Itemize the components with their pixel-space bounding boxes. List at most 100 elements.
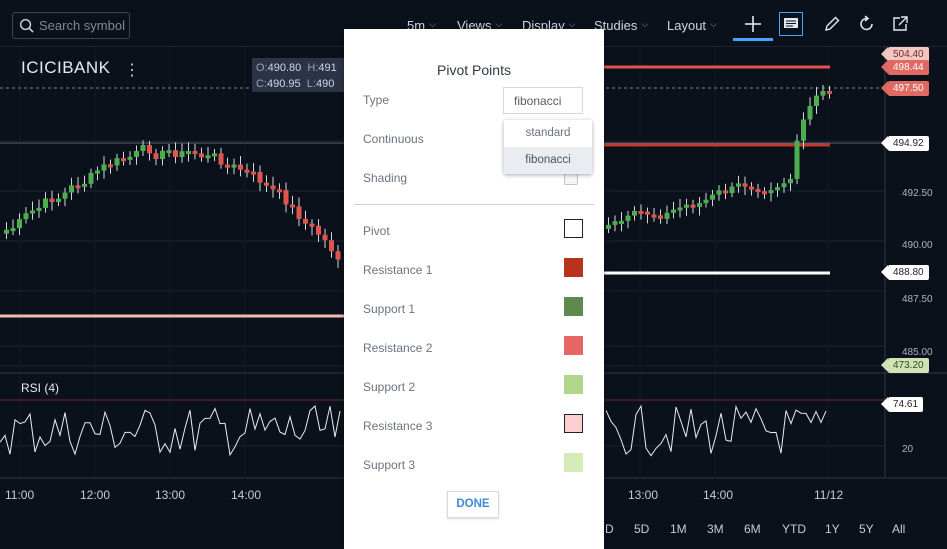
candle-body [296, 206, 302, 219]
y-tick-label: 20 [902, 444, 914, 455]
x-tick-label: 11/12 [814, 488, 844, 502]
divider [354, 204, 594, 205]
candle-body [781, 183, 787, 188]
ohlc-readout: O:490.80 H:491 C:490.95 L:490 [252, 58, 347, 92]
price-tag-value: 74.61 [893, 399, 919, 410]
range-button-3m[interactable]: 3M [707, 522, 724, 536]
color-swatch-support-2[interactable] [564, 375, 583, 394]
x-tick-label: 12:00 [80, 488, 111, 502]
candle-body [710, 194, 715, 200]
candle-body [101, 164, 107, 171]
candle-body [231, 164, 237, 168]
range-button-5d[interactable]: 5D [634, 522, 649, 536]
dropdown-option-standard[interactable]: standard [504, 120, 592, 147]
candle-body [775, 187, 780, 191]
candle-body [677, 207, 683, 211]
level-label-support-1: Support 1 [363, 302, 416, 316]
candle-body [749, 186, 754, 190]
ohlc-close-label: C: [256, 78, 267, 90]
range-button-1y[interactable]: 1Y [825, 522, 840, 536]
candle-body [270, 185, 276, 190]
candle-body [244, 169, 250, 173]
rsi-line [605, 404, 827, 457]
type-select[interactable]: fibonacci [503, 87, 583, 114]
candle-body [88, 172, 94, 184]
continuous-label: Continuous [363, 132, 424, 146]
candle-body [625, 215, 631, 221]
candle-body [30, 210, 35, 214]
candle-body [807, 106, 813, 120]
dropdown-option-fibonacci[interactable]: fibonacci [504, 147, 592, 174]
ohlc-high: 491 [318, 62, 337, 74]
color-swatch-resistance-2[interactable] [564, 336, 583, 355]
color-swatch-resistance-1[interactable] [564, 258, 583, 277]
candle-body [309, 223, 315, 227]
candle-body [49, 198, 55, 203]
level-label-support-2: Support 2 [363, 380, 416, 394]
crosshair-icon[interactable] [741, 12, 765, 36]
color-swatch-support-1[interactable] [564, 297, 583, 316]
menu-layout[interactable]: Layout ⌵ [667, 18, 717, 33]
share-icon[interactable] [888, 12, 912, 36]
candle-body [697, 203, 702, 207]
search-input[interactable]: Search symbol [12, 12, 130, 39]
range-button-1m[interactable]: 1M [670, 522, 687, 536]
color-swatch-pivot[interactable] [564, 219, 583, 238]
candle-body [768, 190, 774, 194]
search-placeholder: Search symbol [39, 18, 125, 33]
candle-body [814, 95, 819, 107]
ohlc-open: 490.80 [267, 62, 302, 74]
candle-body [651, 214, 657, 218]
candle-body [322, 234, 328, 241]
x-tick-label: 13:00 [155, 488, 186, 502]
undo-icon[interactable] [855, 12, 879, 36]
candle-body [75, 185, 81, 189]
candle-body [225, 164, 230, 168]
ohlc-low-label: L: [306, 78, 316, 90]
candle-body [762, 191, 767, 195]
range-button-ytd[interactable]: YTD [782, 522, 806, 536]
candle-body [736, 183, 741, 187]
range-button-d[interactable]: D [605, 522, 614, 536]
price-tag-r2: 498.44 [881, 60, 929, 75]
candle-body [212, 153, 217, 157]
type-label: Type [363, 93, 390, 107]
candle-body [335, 251, 341, 260]
candle-body [794, 140, 800, 179]
color-swatch-resistance-3[interactable] [564, 414, 583, 433]
ohlc-low: 490 [315, 78, 335, 90]
candle-body [134, 150, 139, 157]
color-swatch-support-3[interactable] [564, 453, 583, 472]
range-button-all[interactable]: All [892, 522, 905, 536]
comment-icon[interactable] [779, 12, 803, 36]
candle-body [108, 164, 113, 168]
level-label-support-3: Support 3 [363, 458, 416, 472]
candle-body [23, 213, 29, 220]
pencil-icon[interactable] [820, 12, 844, 36]
candle-body [658, 215, 663, 219]
price-tag-rsi: 74.61 [880, 397, 924, 412]
candle-body [17, 219, 22, 229]
candle-body [140, 145, 146, 151]
candle-body [316, 225, 321, 235]
price-tag-r1: 494.92 [881, 136, 929, 151]
candle-body [4, 229, 9, 234]
candle-body [755, 189, 761, 193]
rsi-study-label[interactable]: RSI (4) [21, 381, 59, 395]
y-tick-label: 485.00 [902, 347, 933, 358]
candle-body [160, 150, 165, 160]
done-button[interactable]: DONE [447, 491, 499, 518]
symbol-name: ICICIBANK [21, 58, 111, 77]
candle-body [729, 186, 735, 193]
price-tag-pivot: 488.80 [881, 265, 929, 280]
range-button-5y[interactable]: 5Y [859, 522, 874, 536]
symbol-menu-icon[interactable]: ⋮ [124, 60, 140, 80]
candle-body [277, 189, 282, 193]
candle-body [619, 220, 624, 224]
ohlc-close: 490.95 [267, 78, 301, 90]
pivot-points-dialog: Pivot Points Type fibonacci Continuous S… [344, 29, 604, 549]
candle-body [329, 240, 334, 252]
candle-body [664, 212, 670, 219]
range-button-6m[interactable]: 6M [744, 522, 761, 536]
candle-body [62, 192, 68, 199]
